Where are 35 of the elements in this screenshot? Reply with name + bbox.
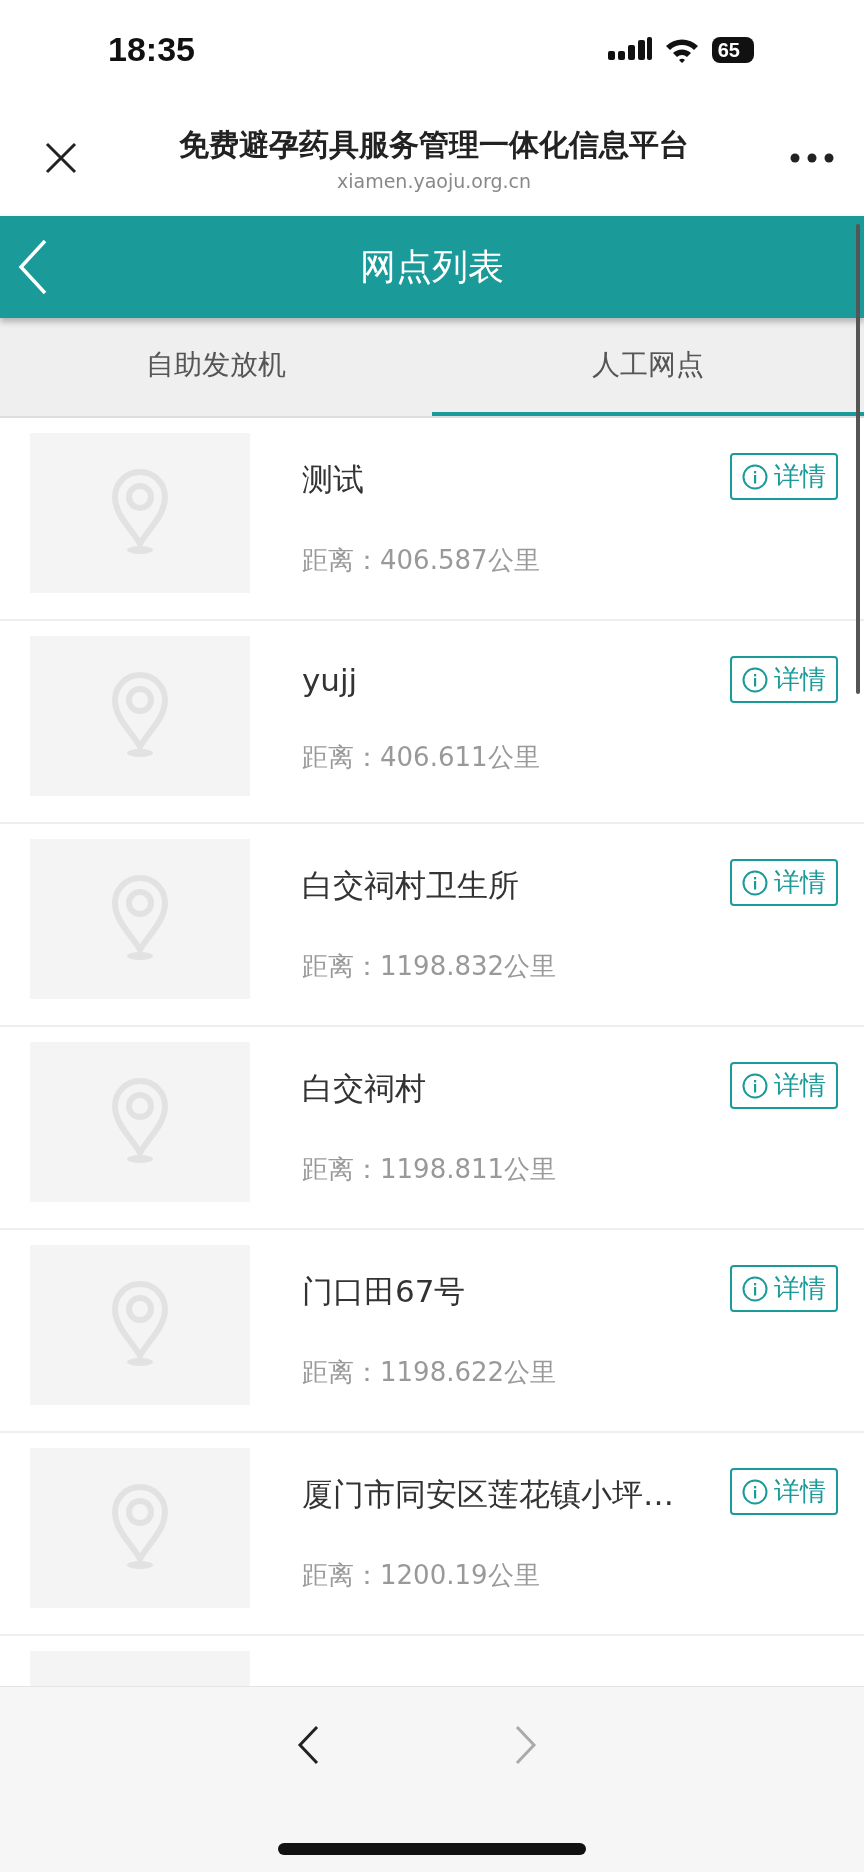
site-name: 测试 [302, 460, 365, 499]
page-title: 免费避孕药具服务管理一体化信息平台 [179, 125, 689, 164]
info-icon [742, 463, 768, 490]
detail-button[interactable]: 详情 [730, 453, 838, 500]
info-icon [742, 666, 768, 693]
detail-button[interactable]: 详情 [730, 1062, 838, 1109]
more-icon[interactable] [790, 153, 834, 163]
site-distance: 距离：406.587公里 [302, 544, 541, 577]
info-icon [742, 1275, 768, 1302]
site-name: yujj [302, 662, 359, 698]
site-distance: 距离：1198.622公里 [302, 1356, 558, 1389]
page-url: xiamen.yaoju.org.cn [337, 169, 531, 192]
app-title: 网点列表 [360, 244, 504, 289]
site-name: 白交祠村 [302, 1069, 427, 1108]
site-name: 门口田67号 [302, 1272, 467, 1311]
close-icon[interactable] [44, 141, 78, 175]
back-icon[interactable] [18, 239, 48, 295]
detail-button[interactable]: 详情 [730, 859, 838, 906]
site-name: 白交祠村卫生所 [302, 866, 520, 905]
info-icon [742, 1072, 768, 1099]
tab[interactable]: 自助发放机 [0, 318, 432, 416]
detail-button[interactable]: 详情 [730, 1468, 838, 1515]
site-name: 厦门市同安区莲花镇小坪… [302, 1475, 675, 1514]
site-distance: 距离：406.611公里 [302, 741, 541, 774]
detail-button[interactable]: 详情 [730, 1265, 838, 1312]
info-icon [742, 1478, 768, 1505]
site-distance: 距离：1198.832公里 [302, 950, 558, 983]
site-distance: 距离：1200.19公里 [302, 1559, 541, 1592]
tab[interactable]: 人工网点 [432, 318, 864, 416]
info-icon [742, 869, 768, 896]
signal-icon [607, 37, 652, 63]
detail-button[interactable]: 详情 [730, 656, 838, 703]
site-distance: 距离：1198.811公里 [302, 1153, 558, 1186]
battery-icon: 65 [711, 37, 754, 63]
status-time: 18:35 [108, 29, 195, 69]
